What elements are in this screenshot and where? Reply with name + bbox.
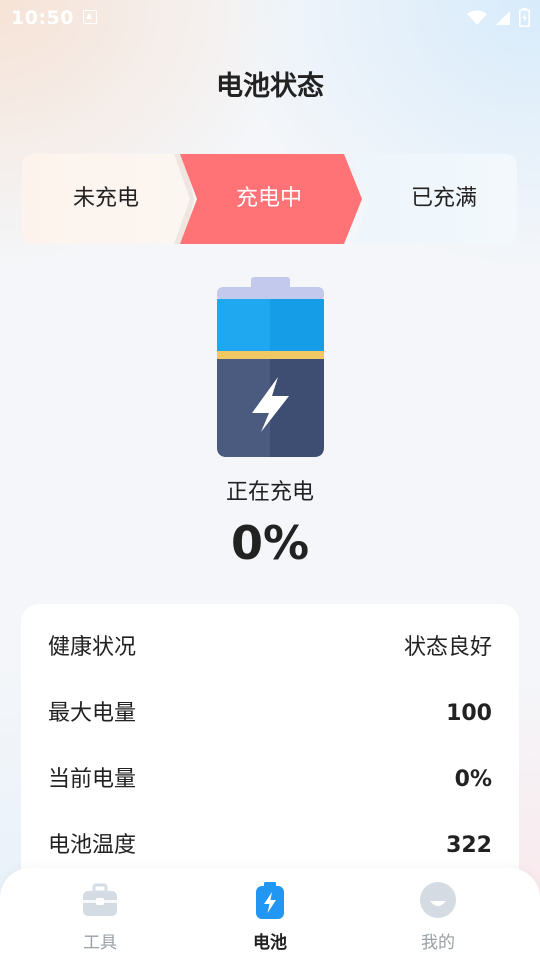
nav-item-profile[interactable]: 我的 [378,878,498,956]
info-row-max-capacity: 最大电量 100 [48,694,492,734]
page-title: 电池状态 [216,71,324,102]
battery-status-icon [519,8,530,31]
battery-percentage: 0% [230,516,310,570]
battery-band [217,351,324,359]
info-label: 健康状况 [48,635,137,660]
battery-top-highlight [270,299,324,351]
status-time: 10:50 [11,7,74,29]
battery-top-rim [217,287,324,301]
charge-state-stepper: 未充电 充电中 已充满 [22,154,517,244]
info-label: 最大电量 [48,701,137,726]
step-not-charging: 未充电 [72,186,139,211]
info-value: 0% [454,767,492,792]
status-bar: 10:50 [0,0,540,36]
toolbox-icon [81,881,119,919]
battery-info-card: 健康状况 状态良好 最大电量 100 当前电量 0% 电池温度 322 [21,604,519,904]
info-value: 状态良好 [403,635,492,660]
info-label: 当前电量 [48,767,137,792]
charging-status-text: 正在充电 [225,480,314,505]
info-value: 322 [446,833,492,858]
wifi-icon [467,10,487,30]
info-row-health: 健康状况 状态良好 [48,628,492,668]
info-value: 100 [446,701,492,726]
status-indicators [467,8,530,31]
nav-item-tools[interactable]: 工具 [40,878,160,956]
step-fully-charged: 已充满 [410,186,477,211]
nav-label: 工具 [83,933,117,953]
nav-item-battery[interactable]: 电池 [210,878,330,956]
info-row-current-level: 当前电量 0% [48,760,492,800]
battery-icon [251,881,289,919]
notification-icon [83,10,97,24]
info-row-temperature: 电池温度 322 [48,826,492,866]
info-label: 电池温度 [48,833,137,858]
cell-signal-icon [495,10,511,30]
step-charging: 充电中 [235,186,302,211]
nav-label: 电池 [253,933,287,953]
nav-label: 我的 [421,933,455,953]
profile-icon [419,881,457,919]
battery-illustration [215,275,326,457]
bottom-navigation: 工具 电池 我的 [0,868,540,960]
